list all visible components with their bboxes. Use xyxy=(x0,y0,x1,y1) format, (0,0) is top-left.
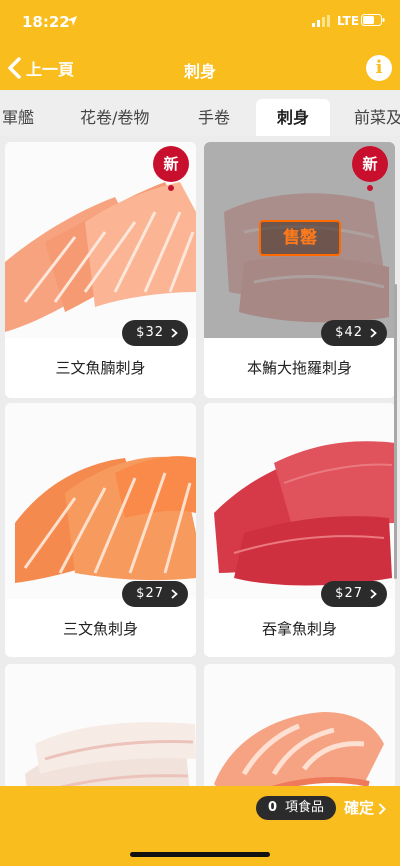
new-badge: 新 xyxy=(153,146,189,191)
yellowtail-sashimi-image xyxy=(5,664,196,786)
product-card[interactable]: $27 吞拿魚刺身 xyxy=(204,403,395,657)
chevron-right-icon xyxy=(171,328,178,338)
sold-out-label: 售罄 xyxy=(259,220,341,256)
info-button[interactable]: i xyxy=(366,55,392,81)
cart-summary[interactable]: 0 項食品 xyxy=(256,796,337,820)
signal-icon xyxy=(312,15,330,27)
tab-appetizer[interactable]: 前菜及 xyxy=(354,99,400,136)
tuna-sashimi-image xyxy=(204,403,395,599)
product-photo xyxy=(5,664,196,786)
app-screen: 18:22 LTE 上一頁 刺身 i 軍艦 花卷/卷物 手卷 刺身 前菜及 新 … xyxy=(0,0,400,866)
battery-icon xyxy=(361,14,385,26)
product-photo xyxy=(204,403,395,599)
salmon-sashimi-image xyxy=(5,403,196,599)
tab-handroll[interactable]: 手卷 xyxy=(198,99,230,136)
network-label: LTE xyxy=(337,14,360,28)
status-bar: 18:22 LTE xyxy=(0,0,400,46)
back-button[interactable]: 上一頁 xyxy=(6,54,74,82)
new-badge-dot xyxy=(168,185,174,191)
product-card[interactable]: $27 三文魚刺身 xyxy=(5,403,196,657)
product-card[interactable]: 售罄 新 $42 本鮪大拖羅刺身 xyxy=(204,142,395,398)
scrollbar-thumb[interactable] xyxy=(394,284,397,579)
home-indicator xyxy=(130,852,270,857)
new-badge-label: 新 xyxy=(352,146,388,182)
cart-count: 0 xyxy=(268,800,278,815)
back-label: 上一頁 xyxy=(26,60,75,79)
tab-rolls[interactable]: 花卷/卷物 xyxy=(80,99,149,136)
category-tab-bar: 軍艦 花卷/卷物 手卷 刺身 前菜及 xyxy=(0,90,400,136)
confirm-label: 確定 xyxy=(344,799,375,817)
product-card[interactable]: 新 $32 三文魚腩刺身 xyxy=(5,142,196,398)
chevron-right-icon xyxy=(370,328,377,338)
location-arrow-icon xyxy=(67,16,77,26)
product-photo xyxy=(204,664,395,786)
product-grid: 新 $32 三文魚腩刺身 售罄 新 $42 本鮪大拖羅刺身 $27 三文魚刺身 … xyxy=(0,136,400,786)
confirm-button[interactable]: 確定 xyxy=(344,797,386,819)
shrimp-sashimi-image xyxy=(204,664,395,786)
cart-label: 項食品 xyxy=(285,800,325,815)
chevron-left-icon xyxy=(8,57,21,79)
tab-sashimi[interactable]: 刺身 xyxy=(256,99,330,136)
new-badge-label: 新 xyxy=(153,146,189,182)
new-badge: 新 xyxy=(352,146,388,191)
product-name: 三文魚腩刺身 xyxy=(55,359,146,377)
product-name: 三文魚刺身 xyxy=(62,620,138,638)
new-badge-dot xyxy=(367,185,373,191)
nav-bar: 上一頁 刺身 i xyxy=(0,46,400,90)
product-photo xyxy=(5,403,196,599)
chevron-right-icon xyxy=(370,589,377,599)
product-card[interactable] xyxy=(5,664,196,786)
product-name: 本鮪大拖羅刺身 xyxy=(246,359,352,377)
status-time: 18:22 xyxy=(22,13,70,31)
page-title: 刺身 xyxy=(183,62,216,81)
product-name: 吞拿魚刺身 xyxy=(261,620,337,638)
product-card[interactable] xyxy=(204,664,395,786)
tab-gunkan[interactable]: 軍艦 xyxy=(2,99,34,136)
chevron-right-icon xyxy=(171,589,178,599)
chevron-right-icon xyxy=(378,802,386,815)
